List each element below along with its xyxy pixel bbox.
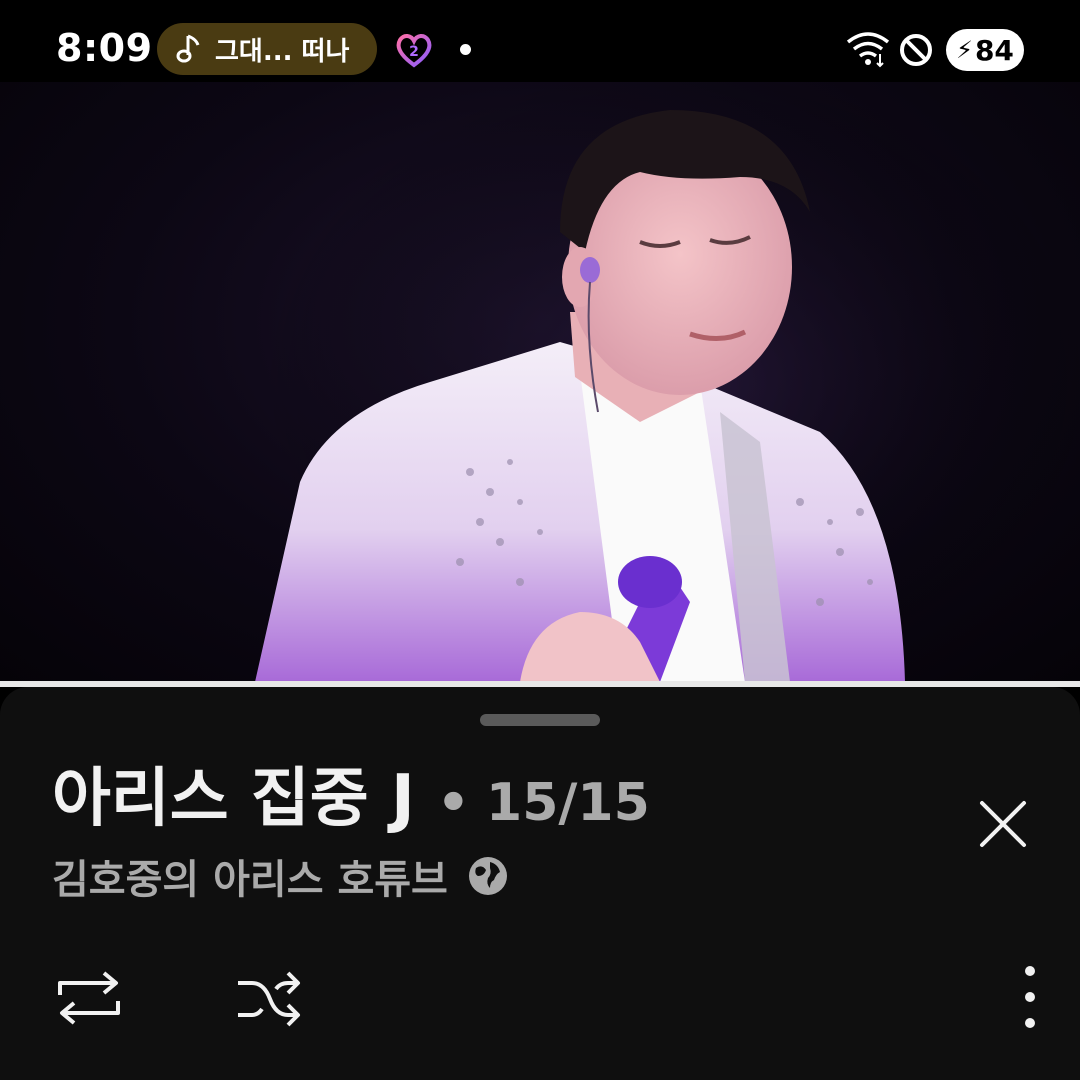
notification-dot [460, 44, 471, 55]
charging-bolt-icon: ⚡ [956, 36, 973, 64]
more-vertical-icon[interactable] [1010, 959, 1050, 1035]
wifi-icon [846, 30, 890, 68]
drag-handle[interactable] [480, 714, 600, 726]
app-heart-icon: 2 [394, 31, 434, 69]
channel-name[interactable]: 김호중의 아리스 호튜브 [52, 847, 448, 905]
video-player[interactable] [0, 82, 1080, 682]
screen: 8:09 그대... 떠나 2 ⚡ 84 아리스 집중 J • 15/15 김호… [0, 0, 1080, 1080]
repeat-icon[interactable] [54, 969, 124, 1027]
title-separator: • [436, 773, 471, 833]
globe-icon [466, 854, 510, 898]
now-playing-chip[interactable]: 그대... 떠나 [157, 23, 377, 75]
battery-level: 84 [974, 33, 1014, 67]
playlist-position: 15/15 [486, 773, 650, 833]
close-icon[interactable] [970, 791, 1036, 857]
do-not-disturb-icon [898, 32, 934, 68]
video-frame-image [255, 82, 1080, 682]
battery-indicator: ⚡ 84 [946, 29, 1024, 71]
channel-row: 김호중의 아리스 호튜브 [52, 847, 510, 905]
svg-text:2: 2 [409, 44, 419, 60]
playlist-panel: 아리스 집중 J • 15/15 김호중의 아리스 호튜브 [0, 687, 1080, 1080]
playlist-title[interactable]: 아리스 집중 J [52, 747, 415, 839]
music-note-icon [175, 33, 203, 65]
status-bar: 8:09 그대... 떠나 2 ⚡ 84 [0, 0, 1080, 82]
playlist-title-row: 아리스 집중 J • 15/15 [52, 747, 650, 839]
now-playing-label: 그대... 떠나 [215, 36, 350, 67]
status-time: 8:09 [56, 26, 153, 70]
shuffle-icon[interactable] [234, 969, 304, 1029]
